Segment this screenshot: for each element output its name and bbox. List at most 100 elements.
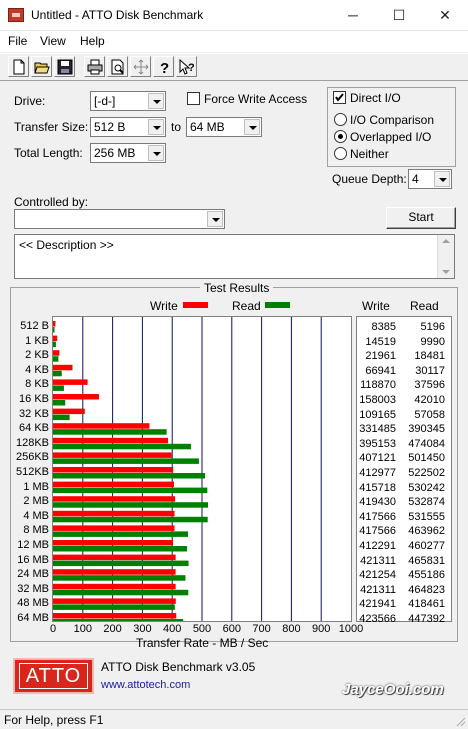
- io-comparison-radio[interactable]: [334, 113, 347, 126]
- move-button[interactable]: [130, 56, 151, 77]
- menu-file[interactable]: File: [8, 34, 27, 48]
- row-label: 8 MB: [23, 524, 49, 537]
- write-value: 118870: [360, 379, 396, 392]
- x-tick-label: 0: [49, 623, 57, 635]
- neither-radio[interactable]: [334, 147, 347, 160]
- write-bar: [53, 394, 99, 400]
- write-bar: [53, 569, 176, 575]
- resize-grip-icon: [456, 717, 466, 727]
- help-button[interactable]: ?: [153, 56, 174, 77]
- write-value: 415718: [359, 481, 396, 494]
- io-comparison-label: I/O Comparison: [350, 113, 435, 127]
- description-scrollbar[interactable]: [437, 235, 454, 278]
- drive-select[interactable]: [-d-]: [90, 91, 166, 111]
- read-bar: [53, 487, 208, 494]
- write-bar: [53, 452, 172, 458]
- x-tick-label: 400: [163, 623, 182, 635]
- transfer-size-label: Transfer Size:: [14, 120, 89, 134]
- minimize-button[interactable]: ─: [330, 0, 376, 31]
- write-bar: [53, 423, 150, 429]
- test-results-title: Test Results: [200, 281, 274, 295]
- controlled-by-select[interactable]: [14, 209, 225, 229]
- read-value: 9990: [420, 335, 445, 348]
- write-value: 421311: [360, 554, 396, 567]
- row-label: 4 KB: [25, 363, 49, 376]
- read-value: 390345: [408, 423, 445, 436]
- read-value: 465831: [408, 554, 445, 567]
- read-value: 531555: [408, 510, 445, 523]
- description-textarea[interactable]: << Description >>: [14, 234, 455, 279]
- read-value: 42010: [414, 394, 445, 406]
- open-button[interactable]: [31, 56, 52, 77]
- write-value: 417566: [359, 525, 396, 538]
- print-button[interactable]: [84, 56, 105, 77]
- app-icon: [8, 8, 24, 22]
- write-bar: [53, 613, 177, 619]
- read-bar: [53, 502, 209, 508]
- write-bar: [53, 335, 58, 342]
- row-label: 512 B: [20, 320, 49, 332]
- read-value: 57058: [414, 408, 445, 421]
- write-bar: [53, 496, 176, 502]
- write-bar: [53, 408, 85, 415]
- transfer-size-from-select[interactable]: 512 B: [90, 117, 166, 137]
- save-button[interactable]: [54, 56, 75, 77]
- row-label: 4 MB: [23, 509, 49, 522]
- write-value: 407121: [359, 452, 396, 465]
- read-value: 464823: [408, 583, 445, 596]
- start-button[interactable]: Start: [386, 207, 456, 229]
- force-write-checkbox[interactable]: [187, 92, 200, 105]
- read-bar: [53, 604, 175, 610]
- write-bar: [53, 364, 73, 371]
- new-icon: [13, 59, 25, 75]
- read-bar: [53, 385, 64, 391]
- read-value: 530242: [408, 481, 445, 494]
- status-bar: For Help, press F1: [0, 709, 468, 729]
- direct-io-checkbox[interactable]: [333, 91, 346, 104]
- drive-value: [-d-]: [94, 94, 116, 108]
- read-value: 455186: [408, 569, 445, 582]
- write-value: 412291: [359, 540, 396, 552]
- row-label: 512KB: [15, 466, 49, 478]
- overlapped-io-label: Overlapped I/O: [350, 130, 432, 144]
- read-bar: [53, 327, 55, 333]
- write-value: 395153: [359, 437, 396, 450]
- row-label: 1 KB: [25, 334, 49, 347]
- x-tick-label: 100: [73, 623, 92, 635]
- write-column-header: Write: [362, 299, 390, 313]
- write-value: 419430: [359, 496, 396, 509]
- row-label: 2 MB: [23, 495, 49, 508]
- website-link[interactable]: www.attotech.com: [101, 679, 190, 691]
- close-button[interactable]: ✕: [422, 0, 468, 31]
- context-help-button[interactable]: ?: [176, 56, 197, 77]
- queue-depth-value: 4: [412, 172, 419, 186]
- read-value: 474084: [408, 437, 445, 450]
- write-bar: [53, 321, 56, 327]
- print-preview-button[interactable]: [107, 56, 128, 77]
- read-value: 522502: [408, 467, 445, 479]
- new-button[interactable]: [8, 56, 29, 77]
- read-bar: [53, 560, 189, 567]
- checkmark-icon: [335, 93, 344, 102]
- write-bar: [53, 481, 174, 488]
- total-length-value: 256 MB: [94, 146, 136, 160]
- save-icon: [57, 59, 73, 75]
- print-icon: [87, 59, 103, 75]
- queue-depth-select[interactable]: 4: [408, 169, 452, 189]
- write-value: 21961: [365, 350, 396, 363]
- row-label: 48 MB: [17, 597, 49, 610]
- read-bar: [53, 589, 189, 596]
- read-bar: [53, 356, 59, 362]
- read-bar: [53, 370, 62, 377]
- maximize-button[interactable]: ☐: [376, 0, 422, 31]
- atto-logo[interactable]: ATTO: [13, 658, 94, 694]
- read-bar: [53, 414, 70, 421]
- menu-view[interactable]: View: [40, 34, 66, 48]
- overlapped-io-radio[interactable]: [334, 130, 347, 143]
- total-length-select[interactable]: 256 MB: [90, 143, 166, 163]
- transfer-size-to-select[interactable]: 64 MB: [186, 117, 262, 137]
- row-label: 16 KB: [19, 393, 49, 405]
- read-bar: [53, 443, 191, 450]
- menu-help[interactable]: Help: [80, 34, 105, 48]
- x-tick-label: 700: [252, 623, 271, 635]
